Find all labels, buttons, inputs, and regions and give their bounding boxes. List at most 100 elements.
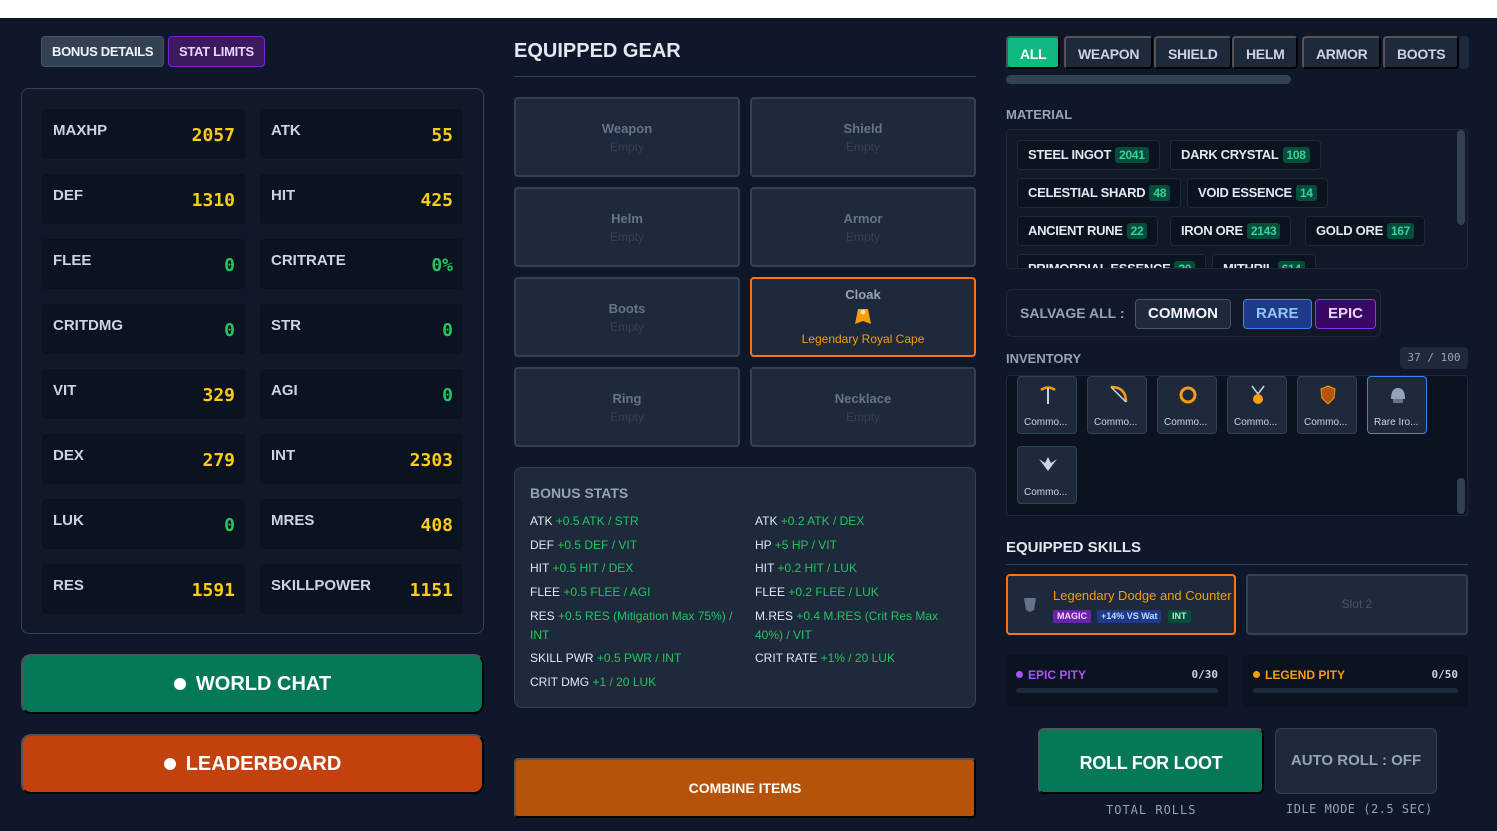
material-chip[interactable]: STEEL INGOT 2041 [1017, 140, 1160, 170]
material-scrollbar[interactable] [1457, 130, 1465, 225]
inventory-grid: Commo... Commo... Commo... Commo... Comm… [1006, 375, 1468, 516]
stat-label: RES [53, 577, 84, 594]
idle-mode-label: IDLE MODE (2.5 SEC) [1286, 802, 1433, 816]
skill-slot-2[interactable]: Slot 2 [1246, 574, 1468, 635]
inventory-scrollbar[interactable] [1457, 478, 1465, 514]
bonus-label: CRIT RATE [755, 651, 818, 665]
stat-label: CRITRATE [271, 252, 346, 269]
tab-armor[interactable]: ARMOR [1302, 36, 1382, 69]
inventory-item[interactable]: Commo... [1087, 376, 1147, 434]
slot-name: Necklace [834, 391, 892, 406]
material-chip[interactable]: PRIMORDIAL ESSENCE 20 [1017, 254, 1207, 269]
material-name: DARK CRYSTAL [1181, 147, 1279, 162]
epic-pity: EPIC PITY 0/30 [1006, 655, 1228, 707]
roll-for-loot-button[interactable]: ROLL FOR LOOT [1038, 728, 1264, 794]
tab-shield[interactable]: SHIELD [1154, 36, 1232, 69]
legend-pity-dot-icon [1253, 671, 1260, 678]
bonus-row: CRIT RATE +1% / 20 LUK [755, 649, 965, 668]
world-chat-button[interactable]: WORLD CHAT [21, 654, 484, 714]
stat-value: 1591 [191, 580, 235, 601]
material-chip[interactable]: ANCIENT RUNE 22 [1017, 216, 1159, 246]
stat-value: 0% [431, 255, 453, 276]
inventory-item[interactable]: Rare Iro... [1367, 376, 1427, 434]
tab-all[interactable]: ALL [1006, 36, 1061, 69]
material-name: PRIMORDIAL ESSENCE [1028, 261, 1171, 269]
item-name: Commo... [1164, 417, 1208, 428]
material-chip[interactable]: CELESTIAL SHARD 48 [1017, 178, 1182, 208]
gear-slot-armor[interactable]: Armor Empty [750, 187, 976, 267]
material-chip[interactable]: VOID ESSENCE 14 [1187, 178, 1328, 208]
stat-dex: DEX 279 [42, 434, 245, 484]
stat-label: STR [271, 317, 301, 334]
gear-slot-cloak[interactable]: Cloak Legendary Royal Cape [750, 277, 976, 357]
legend-pity: LEGEND PITY 0/50 [1243, 655, 1468, 707]
material-chip[interactable]: MITHRIL 614 [1212, 254, 1316, 268]
tab-overflow[interactable] [1459, 36, 1469, 69]
world-chat-label: WORLD CHAT [195, 672, 332, 695]
material-chip[interactable]: DARK CRYSTAL 108 [1170, 140, 1321, 170]
gear-slot-boots[interactable]: Boots Empty [514, 277, 740, 357]
epic-pity-value: 0/30 [1191, 668, 1219, 681]
slot-name: Helm [611, 211, 643, 226]
skill-name: Legendary Dodge and Counter [1053, 588, 1232, 603]
epic-pity-dot-icon [1016, 671, 1023, 678]
divider [1006, 564, 1468, 565]
bonus-detail: +5 HP / VIT [774, 538, 837, 552]
stat-label: MAXHP [53, 122, 108, 139]
gear-slot-helm[interactable]: Helm Empty [514, 187, 740, 267]
stat-value: 2057 [191, 125, 235, 146]
bonus-detail: +0.5 PWR / INT [596, 651, 682, 665]
stat-res: RES 1591 [42, 564, 245, 614]
gear-slot-shield[interactable]: Shield Empty [750, 97, 976, 177]
bonus-details-button[interactable]: BONUS DETAILS [41, 36, 165, 67]
gear-slot-necklace[interactable]: Necklace Empty [750, 367, 976, 447]
salvage-epic-button[interactable]: EPIC [1315, 299, 1377, 329]
legend-pity-value: 0/50 [1431, 668, 1459, 681]
tab-weapon[interactable]: WEAPON [1064, 36, 1154, 69]
skill-slot-1[interactable]: Legendary Dodge and Counter MAGIC +14% V… [1006, 574, 1236, 635]
stat-maxhp: MAXHP 2057 [42, 109, 245, 159]
material-qty: 108 [1282, 147, 1310, 163]
material-chip[interactable]: GOLD ORE 167 [1305, 216, 1426, 246]
material-chip[interactable]: IRON ORE 2143 [1170, 216, 1292, 246]
bonus-detail: +0.2 ATK / DEX [780, 514, 865, 528]
inventory-item[interactable]: Commo... [1227, 376, 1287, 434]
leaderboard-button[interactable]: LEADERBOARD [21, 734, 484, 794]
stat-value: 425 [420, 190, 453, 211]
tabs-scrollbar[interactable] [1006, 75, 1291, 84]
tab-helm[interactable]: HELM [1232, 36, 1299, 69]
tab-boots[interactable]: BOOTS [1383, 36, 1460, 69]
bonus-label: SKILL PWR [530, 651, 594, 665]
gear-slot-ring[interactable]: Ring Empty [514, 367, 740, 447]
pickaxe-icon [1036, 383, 1060, 407]
stat-limits-button[interactable]: STAT LIMITS [168, 36, 265, 67]
skill-tag-element: +14% VS Wat [1097, 610, 1162, 623]
salvage-label: SALVAGE ALL : [1020, 305, 1125, 321]
bonus-row: M.RES +0.4 M.RES (Crit Res Max 40%) / VI… [755, 607, 965, 645]
shield-icon [1316, 383, 1340, 407]
skill-icon [1020, 594, 1040, 619]
stat-label: CRITDMG [53, 317, 123, 334]
equipped-skills-title: EQUIPPED SKILLS [1006, 539, 1142, 556]
inventory-item[interactable]: Commo... [1297, 376, 1357, 434]
bonus-label: ATK [755, 514, 778, 528]
stat-skillpower: SKILLPOWER 1151 [260, 564, 463, 614]
stat-label: ATK [271, 122, 301, 139]
stat-hit: HIT 425 [260, 174, 463, 224]
material-qty: 22 [1126, 223, 1148, 239]
gear-slot-weapon[interactable]: Weapon Empty [514, 97, 740, 177]
salvage-rare-button[interactable]: RARE [1243, 299, 1312, 329]
stat-label: VIT [53, 382, 77, 399]
salvage-common-button[interactable]: COMMON [1135, 299, 1231, 329]
auto-roll-button[interactable]: AUTO ROLL : OFF [1275, 728, 1437, 794]
stat-label: DEX [53, 447, 84, 464]
inventory-item[interactable]: Commo... [1017, 376, 1077, 434]
inventory-item[interactable]: Commo... [1017, 446, 1077, 504]
combine-items-button[interactable]: COMBINE ITEMS [514, 758, 976, 818]
stat-value: 0 [224, 320, 235, 341]
stat-label: MRES [271, 512, 315, 529]
item-name: Commo... [1304, 417, 1348, 428]
inventory-item[interactable]: Commo... [1157, 376, 1217, 434]
stat-value: 2303 [409, 450, 453, 471]
slot-empty: Empty [609, 320, 644, 334]
